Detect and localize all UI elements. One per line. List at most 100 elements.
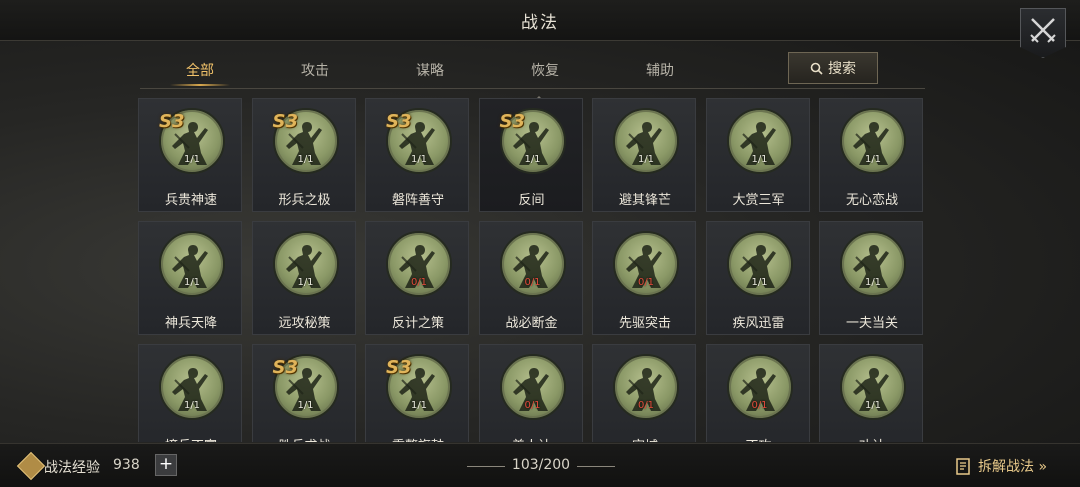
search-icon (810, 62, 823, 75)
skill-card[interactable]: 1/1 S3 形兵之极 (251, 98, 356, 212)
skill-count: 1/1 (183, 277, 201, 288)
skill-count: 0/1 (751, 400, 768, 411)
skill-name: 劝计 (820, 435, 924, 442)
skill-medal-icon: 1/1 (726, 231, 793, 297)
skill-name: 美人计 (480, 435, 584, 442)
grade-badge: S3 (272, 111, 299, 132)
skill-medal-icon: 1/1 (840, 108, 906, 174)
skill-count: 1/1 (297, 400, 314, 411)
skill-count: 1/1 (864, 277, 882, 288)
skill-medal-icon: 0/1 (499, 231, 566, 297)
page-title: 战法 (521, 13, 559, 33)
skill-card[interactable]: 1/1 一夫当关 (819, 221, 923, 335)
tab-attack[interactable]: 攻击 (275, 60, 355, 80)
skill-count: 1/1 (410, 400, 428, 411)
grade-badge: S3 (159, 111, 185, 132)
skill-count: 0/1 (410, 277, 428, 288)
tab-strategy[interactable]: 谋略 (390, 60, 470, 80)
grade-badge: S3 (499, 111, 526, 132)
skill-card[interactable]: 1/1 S3 重整旗鼓 (365, 344, 469, 442)
skill-name: 磐阵善守 (391, 193, 444, 208)
skill-count: 1/1 (864, 154, 882, 165)
tab-recovery[interactable]: 恢复 (505, 60, 585, 80)
skill-card[interactable]: 1/1 神兵天降 (138, 221, 242, 335)
exp-value: 938 (113, 457, 140, 473)
skill-name: 避其锋芒 (618, 193, 671, 208)
exp-label: 战法经验 (44, 460, 100, 476)
skill-count: 0/1 (524, 400, 541, 411)
skill-card[interactable]: 1/1 大赏三军 (705, 98, 810, 212)
skill-medal-icon: 0/1 (613, 231, 679, 297)
skill-card[interactable]: 1/1 S3 反间 (478, 98, 583, 212)
tab-all[interactable]: 全部 (160, 60, 240, 86)
skill-count: 1/1 (637, 154, 655, 165)
skill-name: 兵贵神速 (164, 193, 217, 208)
skill-name: 胜兵求战 (253, 435, 357, 442)
skill-name: 反间 (518, 193, 545, 208)
skill-card[interactable]: 1/1 疾风迅雷 (705, 221, 810, 335)
grade-badge: S3 (386, 111, 412, 132)
skill-card[interactable]: 0/1 不攻 (705, 344, 811, 442)
disassemble-button[interactable]: 拆解战法 » (956, 456, 1047, 476)
tab-bar: 全部 攻击 谋略 恢复 辅助 (140, 60, 900, 86)
skill-count: 0/1 (637, 400, 655, 411)
skill-count: 1/1 (524, 154, 541, 165)
skill-name: 战必断金 (505, 316, 558, 331)
skill-count: 1/1 (297, 154, 314, 165)
skill-card[interactable]: 1/1 避其锋芒 (592, 98, 696, 212)
skill-count: 1/1 (183, 154, 201, 165)
skill-count: 1/1 (410, 154, 428, 165)
skill-count: 1/1 (864, 400, 882, 411)
skill-medal-icon: 1/1 (840, 354, 906, 420)
page-counter: 103/200 (467, 457, 615, 473)
grade-badge: S3 (272, 357, 299, 378)
skill-card[interactable]: 0/1 反计之策 (365, 221, 469, 335)
skill-count: 1/1 (751, 277, 768, 288)
skill-card[interactable]: 1/1 无心恋战 (819, 98, 923, 212)
skill-count: 1/1 (183, 400, 201, 411)
skill-name: 反计之策 (391, 316, 444, 331)
skill-card[interactable]: 1/1 S3 磐阵善守 (365, 98, 469, 212)
search-button[interactable]: 搜索 (788, 52, 878, 84)
skill-name: 远攻秘策 (278, 316, 331, 331)
skill-card[interactable]: 0/1 美人计 (478, 344, 584, 442)
skill-card[interactable]: 1/1 S3 胜兵求战 (251, 344, 357, 442)
skill-card[interactable]: 1/1 劝计 (819, 344, 923, 442)
skill-count: 1/1 (297, 277, 314, 288)
skill-card[interactable]: 1/1 远攻秘策 (251, 221, 356, 335)
skill-card[interactable]: 0/1 先驱突击 (592, 221, 696, 335)
skill-name: 形兵之极 (278, 193, 331, 208)
skill-name: 无心恋战 (845, 193, 898, 208)
skill-name: 摘兵不寡 (139, 435, 243, 442)
skill-card[interactable]: 0/1 空城 (592, 344, 696, 442)
skill-name: 先驱突击 (618, 316, 671, 331)
top-bar: 战法 (0, 0, 1080, 41)
add-exp-button[interactable]: + (155, 454, 177, 476)
skill-count: 1/1 (751, 154, 768, 165)
skill-medal-icon: 1/1 (840, 231, 906, 297)
skill-card[interactable]: 1/1 摘兵不寡 (138, 344, 242, 442)
skill-medal-icon: 1/1 (159, 231, 225, 297)
skill-card[interactable]: 1/1 S3 兵贵神速 (138, 98, 242, 212)
skill-card[interactable]: 0/1 战必断金 (478, 221, 583, 335)
skill-grid: 1/1 S3 兵贵神速 1/1 S3 形兵之极 1/1 S3 磐阵善守 1/1 S3 反间 1/1 避其锋… (138, 98, 926, 442)
skill-name: 神兵天降 (164, 316, 217, 331)
disassemble-label: 拆解战法 » (978, 459, 1048, 475)
skill-medal-icon: 1/1 (726, 108, 793, 174)
skill-name: 疾风迅雷 (732, 316, 785, 331)
skill-medal-icon: 1/1 (272, 231, 339, 297)
skill-count: 0/1 (524, 277, 541, 288)
tab-divider (140, 88, 925, 89)
skill-name: 空城 (593, 435, 697, 442)
crossed-swords-icon (1030, 18, 1056, 43)
skill-medal-icon: 0/1 (386, 231, 452, 297)
skill-name: 一夫当关 (845, 316, 898, 331)
close-button[interactable] (1020, 8, 1066, 58)
tab-support[interactable]: 辅助 (620, 60, 700, 80)
skill-medal-icon: 1/1 (159, 354, 225, 420)
skill-count: 0/1 (637, 277, 655, 288)
skill-name: 不攻 (707, 435, 811, 442)
document-icon (956, 457, 970, 475)
exp-icon (16, 451, 46, 481)
skill-medal-icon: 0/1 (613, 354, 679, 420)
